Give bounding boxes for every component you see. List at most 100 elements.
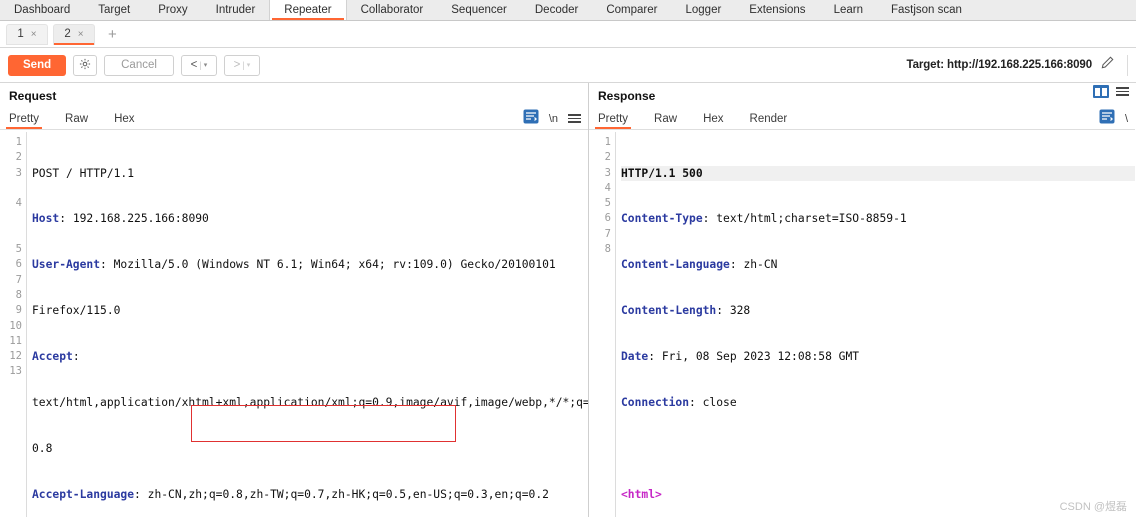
main-tab-label: Target [98,4,131,16]
response-tab-pretty[interactable]: Pretty [594,108,632,129]
request-tab-hex[interactable]: Hex [114,108,134,129]
chevron-right-icon: > [233,59,241,71]
pencil-icon[interactable] [1100,55,1115,75]
line-number: 9 [15,304,22,317]
previous-request-button[interactable]: < | ▾ [180,54,217,76]
add-tab-button[interactable]: + [100,27,125,42]
main-tab-comparer[interactable]: Comparer [592,0,671,20]
response-editor[interactable]: 1 2 3 4 5 6 7 8 HTTP/1.1 500 Content-Typ… [589,132,1135,517]
header-name: Content-Length [621,304,717,318]
header-value: text/html;charset=ISO-8859-1 [709,212,907,226]
response-line-numbers: 1 2 3 4 5 6 7 8 [589,132,615,517]
target-label: Target: http://192.168.225.166:8090 [906,59,1093,71]
line-number: 6 [15,258,22,271]
code-line: Accept-Language: zh-CN,zh;q=0.8,zh-TW;q=… [32,487,549,501]
main-tab-decoder[interactable]: Decoder [521,0,592,20]
code-line: Content-Language: zh-CN [621,258,778,272]
code-text: 0.8 [32,441,53,455]
tab-label: Pretty [598,112,629,125]
response-tab-hex[interactable]: Hex [703,108,723,129]
line-number: 7 [15,273,22,286]
header-name: User-Agent [32,258,101,272]
line-number [0,181,26,196]
main-tab-label: Decoder [534,4,579,16]
line-number: 11 [9,334,22,347]
header-value: Fri, 08 Sep 2023 12:08:58 GMT [655,350,860,364]
header-value: 192.168.225.166:8090 [66,212,209,226]
response-pane: Response Pretty Raw Hex Render \ 1 2 3 4… [589,83,1135,517]
line-number: 6 [604,212,611,225]
csdn-watermark: CSDN @煜磊 [1059,501,1127,513]
main-tab-dashboard[interactable]: Dashboard [0,0,84,20]
header-name: Content-Language [621,258,730,272]
word-wrap-icon[interactable] [1099,109,1115,129]
main-tab-proxy[interactable]: Proxy [144,0,201,20]
response-code[interactable]: HTTP/1.1 500 Content-Type: text/html;cha… [615,132,1135,517]
response-tab-render[interactable]: Render [750,108,788,129]
cancel-button[interactable]: Cancel [104,54,174,76]
code-line: text/html,application/xhtml+xml,applicat… [32,395,588,410]
request-pane: Request Pretty Raw Hex \n 1 2 3 4 5 6 7 … [0,83,589,517]
header-value: 328 [723,304,751,318]
response-tab-raw[interactable]: Raw [654,108,677,129]
request-editor[interactable]: 1 2 3 4 5 6 7 8 9 10 11 12 13 POST / HTT… [0,132,588,517]
repeater-tab-bar: 1 × 2 × + [0,21,1136,48]
line-number [0,227,26,242]
code-line: Content-Type: text/html;charset=ISO-8859… [621,212,907,226]
editor-panes: Request Pretty Raw Hex \n 1 2 3 4 5 6 7 … [0,83,1136,517]
main-tab-extensions[interactable]: Extensions [735,0,819,20]
settings-button[interactable] [73,54,98,76]
code-line: HTTP/1.1 500 [621,165,1135,181]
code-line: <html> [621,487,1135,502]
divider: | [242,60,245,70]
line-number: 4 [604,181,611,194]
newline-toggle[interactable]: \ [1125,113,1128,125]
code-line: Content-Length: 328 [621,304,751,318]
line-number: 8 [604,243,611,256]
hamburger-menu-icon[interactable] [568,114,581,123]
header-value: zh-CN [736,258,778,272]
next-request-button[interactable]: > | ▾ [223,54,260,76]
close-icon[interactable]: × [78,29,84,40]
main-tab-target[interactable]: Target [84,0,144,20]
request-code[interactable]: POST / HTTP/1.1 Host: 192.168.225.166:80… [26,132,588,517]
tab-label: Hex [703,112,724,125]
main-tab-intruder[interactable]: Intruder [202,0,270,20]
main-tab-label: Comparer [606,4,658,16]
tab-label: Render [749,112,788,125]
main-tab-collaborator[interactable]: Collaborator [347,0,438,20]
line-number: 1 [15,136,22,148]
close-icon[interactable]: × [31,29,37,40]
tab-label: Hex [114,112,135,125]
line-number: 10 [9,319,22,332]
main-tab-repeater[interactable]: Repeater [269,0,347,20]
main-tab-logger[interactable]: Logger [671,0,735,20]
newline-toggle[interactable]: \n [549,113,558,125]
tab-label: Raw [65,112,89,125]
main-tab-label: Learn [833,4,863,16]
line-number: 2 [604,151,611,164]
main-tab-learn[interactable]: Learn [820,0,877,20]
chevron-down-icon[interactable]: ▾ [247,61,251,69]
word-wrap-icon[interactable] [523,109,539,129]
split-layout-icon[interactable] [1093,85,1109,98]
chevron-down-icon[interactable]: ▾ [204,61,208,69]
code-line: Host: 192.168.225.166:8090 [32,212,209,226]
main-tab-label: Fastjson scan [890,4,962,16]
main-tab-label: Repeater [284,4,332,16]
line-number: 7 [604,227,611,240]
request-title: Request [9,89,57,103]
main-tab-fastjson-scan[interactable]: Fastjson scan [877,0,976,20]
hamburger-menu-icon[interactable] [1116,87,1129,96]
request-tab-pretty[interactable]: Pretty [5,108,43,129]
repeater-tab-1[interactable]: 1 × [6,23,48,45]
code-line: Date: Fri, 08 Sep 2023 12:08:58 GMT [621,350,860,364]
line-number: 3 [15,166,22,179]
main-tab-bar: Dashboard Target Proxy Intruder Repeater… [0,0,1136,21]
main-tab-sequencer[interactable]: Sequencer [437,0,521,20]
repeater-tab-2[interactable]: 2 × [53,23,95,45]
repeater-toolbar: Send Cancel < | ▾ > | ▾ Target: http://1… [0,48,1136,83]
request-tab-raw[interactable]: Raw [65,108,88,129]
code-line: User-Agent: Mozilla/5.0 (Windows NT 6.1;… [32,258,556,272]
send-button[interactable]: Send [8,54,67,76]
